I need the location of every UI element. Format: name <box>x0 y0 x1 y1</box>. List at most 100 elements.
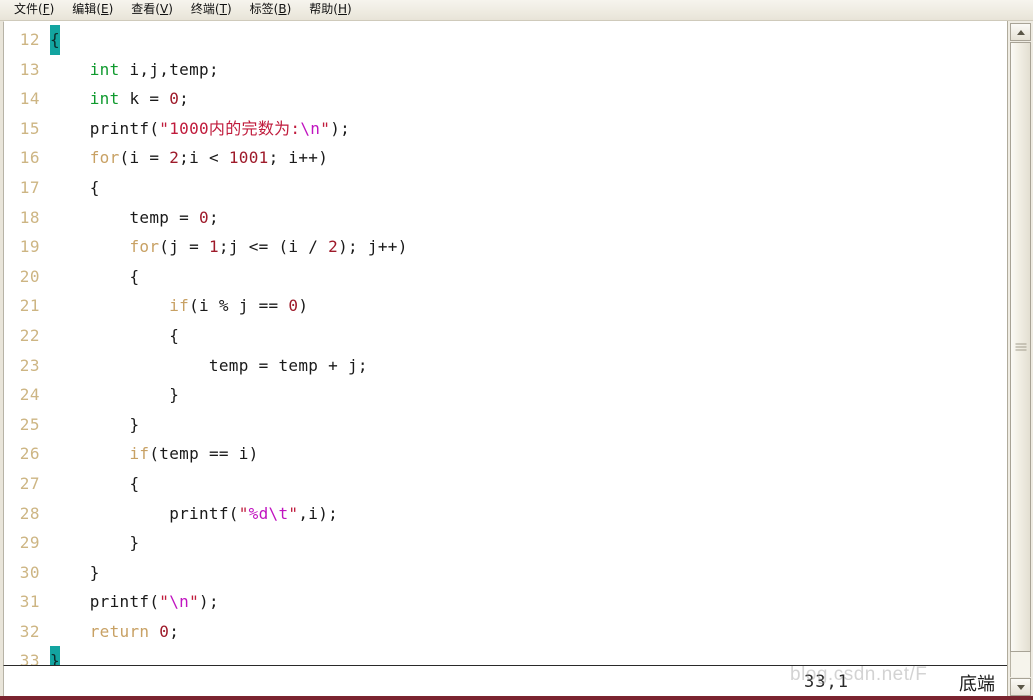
line-number: 28 <box>19 503 40 523</box>
code-line-text[interactable]: printf("\n"); <box>50 587 1007 617</box>
scroll-position-indicator: 底端 <box>959 674 995 695</box>
token-plain: { <box>50 266 140 286</box>
code-line[interactable]: 12 { <box>4 25 1007 55</box>
code-line-text[interactable]: int i,j,temp; <box>50 55 1007 85</box>
token-num: 0 <box>159 621 170 641</box>
code-line[interactable]: 33} <box>4 646 1007 665</box>
menu-item-mnemonic: (V) <box>155 2 173 16</box>
code-line[interactable]: 14 int k = 0; <box>4 84 1007 114</box>
code-line-text[interactable]: } <box>50 380 1007 410</box>
line-number: 19 <box>19 237 40 257</box>
code-line[interactable]: 30 } <box>4 558 1007 588</box>
menu-item-2[interactable]: 编辑(E) <box>64 1 121 19</box>
code-line-text[interactable]: return 0; <box>50 617 1007 647</box>
menu-item-3[interactable]: 查看(V) <box>123 1 181 19</box>
code-line-text[interactable]: temp = temp + j; <box>50 351 1007 381</box>
menu-item-label: 帮助 <box>309 2 334 16</box>
scroll-up-button[interactable] <box>1010 23 1031 41</box>
scrollbar-thumb[interactable] <box>1010 42 1031 652</box>
token-plain: ; <box>208 207 219 227</box>
code-lines[interactable]: 12{13 int i,j,temp; 14 int k = 0; 15 print… <box>4 22 1007 665</box>
line-number: 14 <box>19 89 40 109</box>
code-line[interactable]: 32 return 0; <box>4 617 1007 647</box>
code-line[interactable]: 17 { <box>4 173 1007 203</box>
code-line[interactable]: 29 } <box>4 528 1007 558</box>
token-num: 2 <box>328 237 339 257</box>
status-bar: 33,1 底端 <box>3 665 1007 698</box>
menu-item-5[interactable]: 标签(B) <box>242 1 300 19</box>
token-plain: ); <box>330 118 351 138</box>
code-line[interactable]: 21 if(i % j == 0) <box>4 291 1007 321</box>
code-line[interactable]: 26 if(temp == i) <box>4 439 1007 469</box>
scrollbar-grip-icon <box>1015 342 1026 353</box>
code-line-text[interactable]: if(i % j == 0) <box>50 291 1007 321</box>
menu-item-label: 编辑 <box>72 2 97 16</box>
menu-item-4[interactable]: 终端(T) <box>183 1 240 19</box>
token-num: 0 <box>169 89 180 109</box>
token-plain: temp = temp + j; <box>50 355 368 375</box>
line-number: 30 <box>19 562 40 582</box>
terminal-editor-window: 文件(F) 编辑(E) 查看(V) 终端(T) 标签(B) 帮助(H) 12 {13 int… <box>0 0 1033 700</box>
line-number: 15 <box>19 118 40 138</box>
code-line[interactable]: 31 printf("\n"); <box>4 587 1007 617</box>
code-line-text[interactable]: { <box>50 321 1007 351</box>
code-line-text[interactable]: temp = 0; <box>50 203 1007 233</box>
token-plain: ; i++) <box>268 148 329 168</box>
code-line-text[interactable]: { <box>50 262 1007 292</box>
token-plain: ; <box>179 89 190 109</box>
code-line-text[interactable]: int k = 0; <box>50 84 1007 114</box>
scroll-down-arrow-icon <box>1016 684 1025 690</box>
code-line[interactable]: 13 int i,j,temp; <box>4 55 1007 85</box>
menu-item-label: 终端 <box>190 2 215 16</box>
vertical-scrollbar[interactable] <box>1007 21 1033 700</box>
code-line-text[interactable]: for(j = 1;j <= (i / 2); j++) <box>50 232 1007 262</box>
token-plain: ;j <= (i / <box>218 237 329 257</box>
token-esc: %d\t <box>248 503 289 523</box>
code-line-text[interactable]: { <box>50 469 1007 499</box>
code-line[interactable]: 23 temp = temp + j; <box>4 351 1007 381</box>
code-line[interactable]: 20 { <box>4 262 1007 292</box>
token-type: int <box>89 89 120 109</box>
code-line-text[interactable]: } <box>50 528 1007 558</box>
code-line-text[interactable]: for(i = 2;i < 1001; i++) <box>50 143 1007 173</box>
line-number: 13 <box>19 59 40 79</box>
code-line-text[interactable]: if(temp == i) <box>50 439 1007 469</box>
code-line[interactable]: 16 for(i = 2;i < 1001; i++) <box>4 143 1007 173</box>
token-plain: k = <box>119 89 170 109</box>
code-line[interactable]: 28 printf("%d\t",i); <box>4 499 1007 529</box>
code-line-text[interactable]: { <box>50 173 1007 203</box>
code-line[interactable]: 22 { <box>4 321 1007 351</box>
menu-item-mnemonic: (F) <box>38 2 55 16</box>
line-number: 25 <box>19 414 40 434</box>
line-number: 12 <box>19 30 40 49</box>
token-plain: } <box>50 385 180 405</box>
token-type: int <box>89 59 120 79</box>
code-line[interactable]: 24 } <box>4 380 1007 410</box>
code-line[interactable]: 25 } <box>4 410 1007 440</box>
token-plain: ) <box>298 296 309 316</box>
token-kw: for <box>89 148 120 168</box>
code-line-text[interactable]: { <box>50 25 1007 55</box>
code-line[interactable]: 18 temp = 0; <box>4 203 1007 233</box>
token-plain: } <box>50 533 140 553</box>
code-line-text[interactable]: printf("1000内的完数为:\n"); <box>50 114 1007 144</box>
menu-item-mnemonic: (B) <box>273 2 292 16</box>
code-line[interactable]: 27 { <box>4 469 1007 499</box>
code-line[interactable]: 19 for(j = 1;j <= (i / 2); j++) <box>4 232 1007 262</box>
line-number: 20 <box>19 266 40 286</box>
line-number: 21 <box>19 296 40 316</box>
token-esc: \n <box>169 592 190 612</box>
menu-item-6[interactable]: 帮助(H) <box>301 1 359 19</box>
code-line-text[interactable]: } <box>50 646 1007 665</box>
line-number: 27 <box>19 473 40 493</box>
scroll-up-arrow-icon <box>1016 29 1025 35</box>
token-plain: } <box>50 562 100 582</box>
menu-item-1[interactable]: 文件(F) <box>6 1 62 19</box>
scroll-down-button[interactable] <box>1010 678 1031 696</box>
code-editor-pane[interactable]: 12{13 int i,j,temp; 14 int k = 0; 15 print… <box>3 21 1007 665</box>
code-line-text[interactable]: printf("%d\t",i); <box>50 499 1007 529</box>
code-line[interactable]: 15 printf("1000内的完数为:\n"); <box>4 114 1007 144</box>
code-line-text[interactable]: } <box>50 410 1007 440</box>
code-line-text[interactable]: } <box>50 558 1007 588</box>
token-plain: i,j,temp; <box>119 59 219 79</box>
